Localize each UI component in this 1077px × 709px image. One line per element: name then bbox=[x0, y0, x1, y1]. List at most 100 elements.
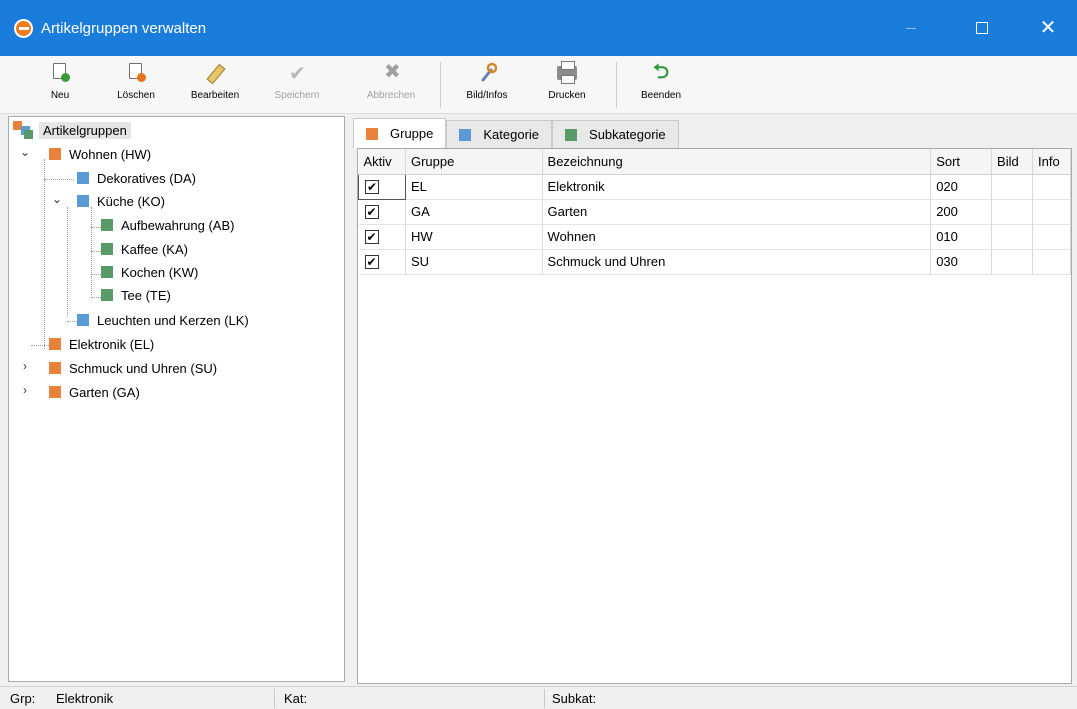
aktiv-cell[interactable]: ✔ bbox=[358, 249, 406, 275]
table-row[interactable]: ✔ GA Garten 200 bbox=[358, 199, 1071, 225]
column-header-gruppe[interactable]: Gruppe bbox=[405, 149, 543, 175]
tab-kategorie[interactable]: Kategorie bbox=[446, 120, 553, 148]
minimize-icon bbox=[906, 27, 916, 29]
group-tree[interactable]: Artikelgruppen ⌄ Wohnen (HW) Dekoratives… bbox=[8, 116, 345, 682]
edit-button[interactable]: Bearbeiten bbox=[182, 60, 248, 110]
tree-node-tee[interactable]: Tee (TE) bbox=[101, 285, 171, 305]
aktiv-cell[interactable]: ✔ bbox=[358, 199, 406, 225]
tree-line bbox=[67, 321, 77, 322]
aktiv-cell[interactable]: ✔ bbox=[358, 173, 406, 200]
gruppe-cell[interactable]: GA bbox=[405, 199, 543, 225]
bezeichnung-cell[interactable]: Garten bbox=[542, 199, 932, 225]
delete-button[interactable]: Löschen bbox=[108, 60, 164, 110]
new-document-icon bbox=[50, 62, 70, 84]
status-grp-label: Grp: bbox=[10, 691, 36, 706]
tree-root[interactable]: Artikelgruppen bbox=[13, 120, 131, 140]
close-icon: ✕ bbox=[1039, 17, 1057, 39]
tree-line bbox=[44, 159, 45, 349]
tree-line bbox=[91, 297, 101, 298]
tree-node-garten[interactable]: Garten (GA) bbox=[49, 382, 140, 402]
app-logo-icon bbox=[14, 19, 33, 38]
info-cell[interactable] bbox=[1032, 224, 1071, 250]
subkategorie-square-icon bbox=[101, 266, 113, 278]
subkategorie-square-icon bbox=[101, 289, 113, 301]
table-row[interactable]: ✔ SU Schmuck und Uhren 030 bbox=[358, 249, 1071, 275]
maximize-button[interactable] bbox=[953, 0, 1011, 56]
close-button[interactable]: ✕ bbox=[1019, 0, 1077, 56]
sort-cell[interactable]: 010 bbox=[930, 224, 993, 250]
sort-cell[interactable]: 030 bbox=[930, 249, 993, 275]
kategorie-square-icon bbox=[77, 314, 89, 326]
group-tree-icon bbox=[13, 121, 33, 139]
info-cell[interactable] bbox=[1032, 199, 1071, 225]
bezeichnung-cell[interactable]: Schmuck und Uhren bbox=[542, 249, 932, 275]
pencil-icon bbox=[205, 62, 226, 85]
sort-cell[interactable]: 200 bbox=[930, 199, 993, 225]
checkmark-icon: ✔ bbox=[289, 63, 306, 85]
column-header-aktiv[interactable]: Aktiv bbox=[358, 149, 406, 175]
save-button[interactable]: ✔ Speichern bbox=[265, 60, 329, 110]
sort-cell[interactable]: 020 bbox=[930, 174, 993, 200]
tree-node-leuchten[interactable]: Leuchten und Kerzen (LK) bbox=[77, 310, 249, 330]
bild-cell[interactable] bbox=[991, 199, 1033, 225]
bezeichnung-cell[interactable]: Wohnen bbox=[542, 224, 932, 250]
cancel-button[interactable]: ✖ Abbrechen bbox=[353, 60, 429, 110]
aktiv-checkbox[interactable]: ✔ bbox=[364, 205, 379, 219]
tree-line bbox=[67, 207, 68, 317]
minimize-button[interactable] bbox=[882, 0, 940, 56]
tree-node-kaffee[interactable]: Kaffee (KA) bbox=[101, 239, 188, 259]
group-grid[interactable]: Aktiv Gruppe Bezeichnung Sort Bild Info … bbox=[357, 148, 1072, 684]
table-row[interactable]: ✔ EL Elektronik 020 bbox=[358, 173, 1071, 200]
group-table: Aktiv Gruppe Bezeichnung Sort Bild Info … bbox=[358, 149, 1071, 275]
bezeichnung-cell[interactable]: Elektronik bbox=[542, 174, 932, 200]
status-subkat-label: Subkat: bbox=[552, 691, 597, 706]
gruppe-square-icon bbox=[49, 362, 61, 374]
expander-collapsed-icon[interactable]: › bbox=[19, 383, 31, 397]
tree-node-dekoratives[interactable]: Dekoratives (DA) bbox=[77, 168, 196, 188]
tree-node-kueche[interactable]: Küche (KO) bbox=[77, 191, 165, 211]
subkategorie-square-icon bbox=[101, 219, 113, 231]
aktiv-cell[interactable]: ✔ bbox=[358, 224, 406, 250]
image-info-button[interactable]: Bild/Infos bbox=[454, 60, 520, 110]
gruppe-cell[interactable]: HW bbox=[405, 224, 543, 250]
kategorie-square-icon bbox=[459, 128, 472, 141]
aktiv-checkbox[interactable]: ✔ bbox=[364, 230, 379, 244]
new-button[interactable]: Neu bbox=[37, 60, 83, 110]
aktiv-checkbox[interactable]: ✔ bbox=[365, 180, 379, 194]
gruppe-cell[interactable]: EL bbox=[405, 174, 543, 200]
expander-expanded-icon[interactable]: ⌄ bbox=[51, 192, 63, 206]
column-header-sort[interactable]: Sort bbox=[930, 149, 993, 175]
expander-expanded-icon[interactable]: ⌄ bbox=[19, 145, 31, 159]
tab-subkategorie[interactable]: Subkategorie bbox=[552, 120, 679, 148]
column-header-bild[interactable]: Bild bbox=[991, 149, 1033, 175]
tree-node-aufbewahrung[interactable]: Aufbewahrung (AB) bbox=[101, 215, 234, 235]
printer-icon bbox=[557, 61, 577, 84]
tree-node-kochen[interactable]: Kochen (KW) bbox=[101, 262, 198, 282]
aktiv-checkbox[interactable]: ✔ bbox=[364, 255, 379, 269]
tree-node-wohnen[interactable]: Wohnen (HW) bbox=[49, 144, 151, 164]
print-button[interactable]: Drucken bbox=[537, 60, 597, 110]
bild-cell[interactable] bbox=[991, 174, 1033, 200]
table-row[interactable]: ✔ HW Wohnen 010 bbox=[358, 224, 1071, 250]
kategorie-square-icon bbox=[77, 172, 89, 184]
maximize-icon bbox=[976, 22, 988, 34]
subkategorie-square-icon bbox=[101, 243, 113, 255]
gruppe-square-icon bbox=[49, 148, 61, 160]
bild-cell[interactable] bbox=[991, 249, 1033, 275]
gruppe-cell[interactable]: SU bbox=[405, 249, 543, 275]
tree-node-schmuck[interactable]: Schmuck und Uhren (SU) bbox=[49, 358, 217, 378]
bild-cell[interactable] bbox=[991, 224, 1033, 250]
exit-button[interactable]: ⮌ Beenden bbox=[628, 60, 694, 110]
info-cell[interactable] bbox=[1032, 174, 1071, 200]
title-bar: Artikelgruppen verwalten ✕ bbox=[0, 0, 1077, 56]
gruppe-square-icon bbox=[49, 386, 61, 398]
tree-node-elektronik[interactable]: Elektronik (EL) bbox=[49, 334, 154, 354]
column-header-info[interactable]: Info bbox=[1032, 149, 1071, 175]
tab-gruppe[interactable]: Gruppe bbox=[353, 118, 447, 148]
tree-line bbox=[91, 227, 101, 228]
subkategorie-square-icon bbox=[565, 128, 578, 141]
expander-collapsed-icon[interactable]: › bbox=[19, 359, 31, 373]
column-header-bezeichnung[interactable]: Bezeichnung bbox=[542, 149, 932, 175]
info-cell[interactable] bbox=[1032, 249, 1071, 275]
status-kat-label: Kat: bbox=[284, 691, 308, 706]
